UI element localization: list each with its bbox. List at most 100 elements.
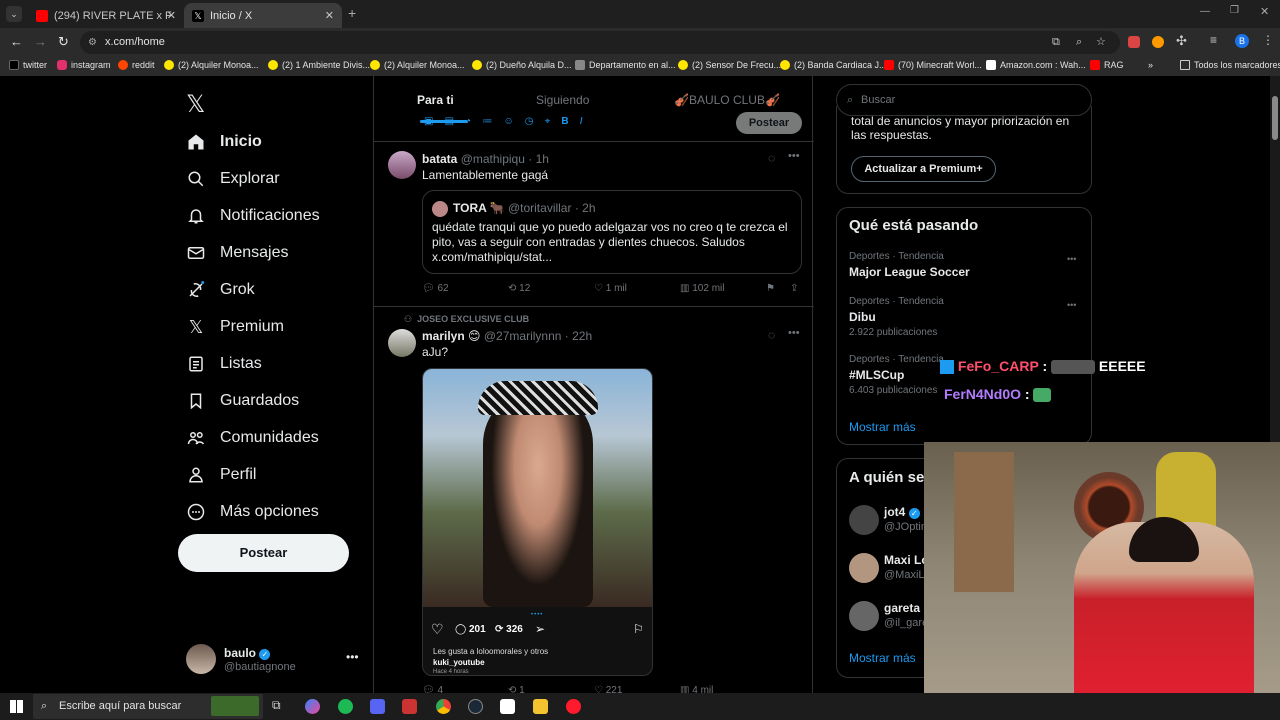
profile-avatar[interactable]: B (1235, 34, 1249, 48)
like-action[interactable]: ♡ 221 (594, 685, 622, 693)
bookmark-item[interactable]: (2) Alquiler Monoa... (164, 60, 259, 70)
bookmark-item[interactable]: (2) Banda Cardiaca J... (780, 60, 887, 70)
browser-tab-youtube[interactable]: (294) RIVER PLATE x FLAMENGO ✕ (28, 3, 184, 28)
star-icon[interactable]: ☆ (1096, 31, 1106, 54)
restore-icon[interactable]: ❐ (1230, 5, 1239, 16)
post-button[interactable]: Postear (178, 534, 349, 572)
bookmark-item[interactable]: (2) Dueño Alquila D... (472, 60, 572, 70)
sidebar-item-comunidades[interactable]: Comunidades (186, 428, 319, 448)
tweet-media[interactable]: •••• ♡ ◯ 201 ⟳ 326 ➢ ⚐ Les gusta a loloo… (422, 368, 653, 676)
bold-icon[interactable]: B (561, 116, 568, 127)
reload-icon[interactable]: ↻ (58, 34, 69, 50)
emoji-icon[interactable]: ☺ (503, 116, 513, 127)
menu-icon[interactable]: ⋮ (1262, 33, 1274, 47)
sidebar-item-notificaciones[interactable]: Notificaciones (186, 206, 320, 226)
tweet-author[interactable]: marilyn 😊 (422, 329, 481, 343)
account-switcher[interactable]: baulo ✓ @bautiagnone ••• (186, 644, 362, 676)
sidebar-item-listas[interactable]: Listas (186, 354, 262, 374)
more-icon[interactable]: ••• (788, 327, 800, 339)
tab-para-ti[interactable]: Para ti (417, 93, 454, 107)
sidebar-item-premium[interactable]: 𝕏 Premium (186, 317, 284, 337)
tweet-handle[interactable]: @mathipiqu (461, 152, 525, 166)
task-view-icon[interactable]: ⧉ (272, 698, 281, 713)
tweet[interactable]: batata @mathipiqu · 1h ◌ ••• Lamentablem… (374, 142, 814, 306)
sidebar-item-explorar[interactable]: Explorar (186, 169, 280, 189)
sidebar-item-grok[interactable]: Grok (186, 280, 255, 300)
extension-icon[interactable] (1128, 36, 1140, 48)
browser-tab-x[interactable]: 𝕏 Inicio / X ✕ (184, 3, 342, 28)
tweet-handle[interactable]: @27marilynnn (484, 329, 562, 343)
trend-item[interactable]: Deportes · Tendencia Dibu 2.922 publicac… (837, 292, 1093, 346)
capcut-icon[interactable] (500, 699, 515, 714)
grok-icon[interactable]: ◌ (768, 151, 775, 165)
tab-siguiendo[interactable]: Siguiendo (536, 93, 589, 107)
more-icon[interactable]: ••• (788, 150, 800, 162)
gif-icon[interactable]: ▤ (445, 116, 454, 127)
italic-icon[interactable]: I (580, 116, 583, 127)
bookmark-item[interactable]: (2) Sensor De Frecu... (678, 60, 781, 70)
more-icon[interactable]: ••• (1067, 300, 1076, 310)
extension-icon[interactable] (1152, 36, 1164, 48)
sidebar-item-mensajes[interactable]: Mensajes (186, 243, 288, 263)
address-bar[interactable]: ⚙ x.com/home ⧉ ⌕ ☆ (80, 31, 1120, 54)
steam-icon[interactable] (468, 699, 483, 714)
views-action[interactable]: ▥ 102 mil (680, 283, 724, 294)
new-tab-button[interactable]: + (348, 5, 356, 21)
sidebar-item-inicio[interactable]: Inicio (186, 132, 262, 152)
all-bookmarks[interactable]: Todos los marcadores (1180, 60, 1280, 70)
bookmark-icon[interactable]: ⚑ (766, 283, 775, 294)
share-icon[interactable]: ⇪ (790, 283, 798, 294)
spotify-icon[interactable] (338, 699, 353, 714)
tweet-author[interactable]: batata (422, 152, 457, 166)
bookmark-item[interactable]: Departamento en al... (575, 60, 676, 70)
views-action[interactable]: ▥ 4 mil (680, 685, 713, 693)
grok-icon[interactable]: ◔ (465, 116, 471, 127)
repost-action[interactable]: ⟲ 12 (508, 283, 530, 294)
tweet[interactable]: ⚇ JOSEO EXCLUSIVE CLUB marilyn 😊 @27mari… (374, 307, 814, 693)
taskbar-search-input[interactable]: ⌕ Escribe aquí para buscar (33, 694, 263, 719)
avatar[interactable] (388, 329, 416, 357)
show-more-link[interactable]: Mostrar más (849, 420, 916, 434)
tab-baulo-club[interactable]: 🎻BAULO CLUB🎻 (674, 93, 780, 107)
photo[interactable] (423, 369, 652, 607)
discord-icon[interactable] (370, 699, 385, 714)
zoom-icon[interactable]: ⌕ (1076, 31, 1082, 54)
close-window-icon[interactable]: ✕ (1260, 5, 1269, 18)
sidebar-item-perfil[interactable]: Perfil (186, 465, 256, 485)
bookmark-item[interactable]: (70) Minecraft Worl... (884, 60, 982, 70)
close-tab-icon[interactable]: ✕ (325, 9, 334, 22)
forward-icon[interactable]: → (34, 34, 47, 49)
scrollbar-thumb[interactable] (1272, 96, 1278, 140)
reply-action[interactable]: 💬︎ 4 (422, 685, 443, 693)
more-icon[interactable]: ••• (346, 650, 359, 664)
bookmark-instagram[interactable]: instagram (57, 60, 111, 70)
like-action[interactable]: ♡ 1 mil (594, 283, 627, 294)
file-explorer-icon[interactable] (533, 699, 548, 714)
repost-action[interactable]: ⟲ 1 (508, 685, 525, 693)
bookmark-twitter[interactable]: twitter (9, 60, 47, 70)
composer-post-button[interactable]: Postear (736, 112, 802, 134)
bookmark-item[interactable]: (2) 1 Ambiente Divis... (268, 60, 370, 70)
bookmark-reddit[interactable]: reddit (118, 60, 155, 70)
tweet-time[interactable]: · 22h (565, 329, 592, 343)
site-info-icon[interactable]: ⚙ (88, 31, 97, 54)
location-icon[interactable]: ⌖ (545, 116, 551, 127)
tab-search-icon[interactable]: ⌄ (6, 6, 22, 22)
back-icon[interactable]: ← (10, 34, 23, 49)
bookmarks-overflow-icon[interactable]: » (1148, 60, 1153, 70)
sidebar-item-mas-opciones[interactable]: Más opciones (186, 502, 319, 522)
quote-tweet[interactable]: TORA 🐂 @toritavillar · 2h quédate tranqu… (422, 190, 802, 274)
tweet-time[interactable]: · 1h (528, 152, 549, 166)
avatar[interactable] (388, 151, 416, 179)
more-icon[interactable]: ••• (1067, 254, 1076, 264)
app-icon[interactable] (402, 699, 417, 714)
poll-icon[interactable]: ≔ (482, 116, 492, 127)
x-logo-icon[interactable]: 𝕏 (186, 90, 205, 119)
bookmark-item[interactable]: (2) Alquiler Monoa... (370, 60, 465, 70)
minimize-icon[interactable]: — (1200, 6, 1210, 17)
start-button-icon[interactable] (10, 700, 23, 713)
copilot-icon[interactable] (305, 699, 320, 714)
chrome-icon[interactable] (436, 699, 451, 714)
install-icon[interactable]: ⧉ (1052, 31, 1060, 54)
media-icon[interactable]: ▣ (424, 116, 433, 127)
